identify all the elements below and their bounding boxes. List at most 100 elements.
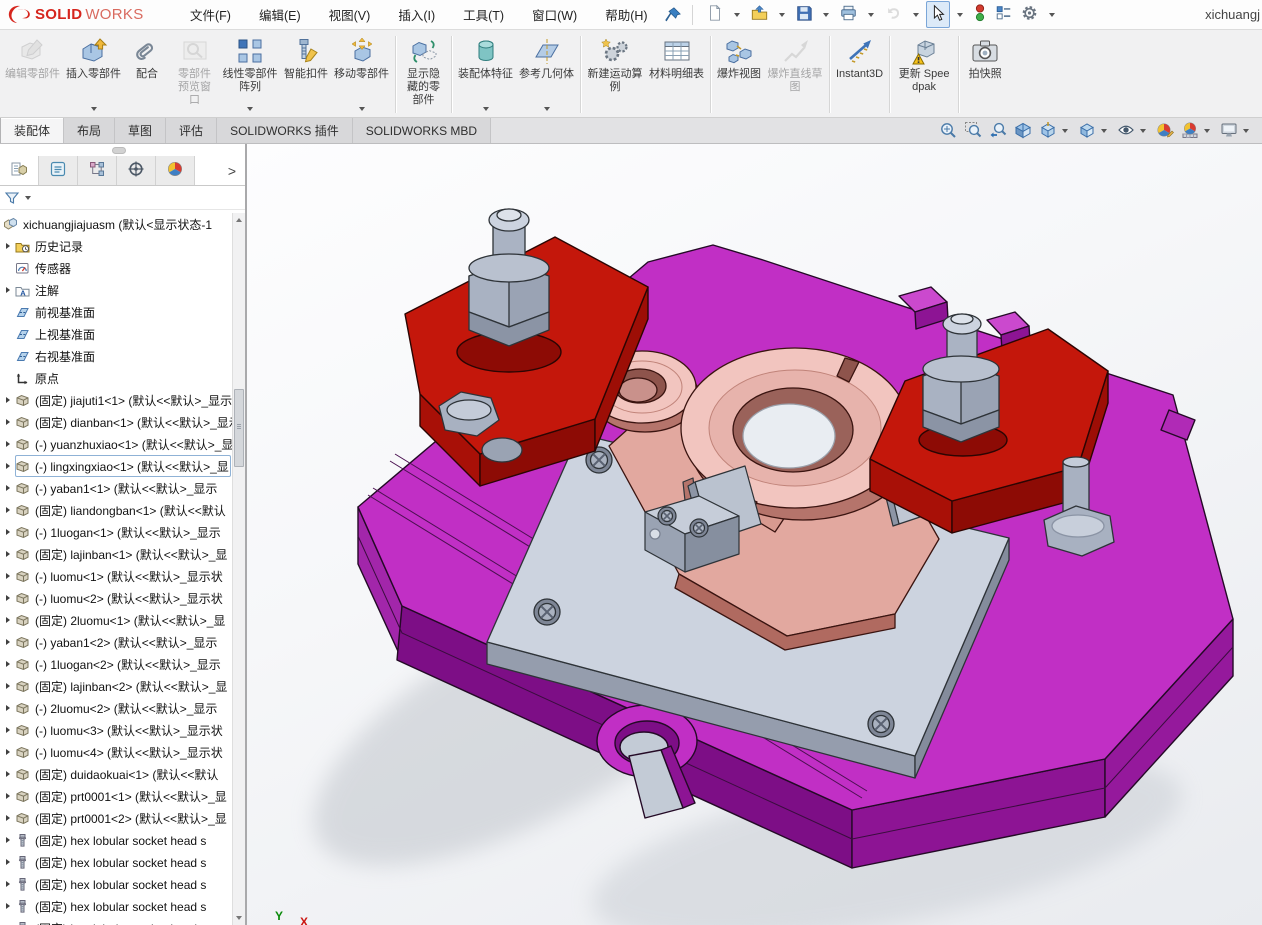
expand-arrow-icon[interactable] bbox=[0, 903, 15, 909]
ribbon-button-smart-fasteners[interactable]: 智能扣件 bbox=[281, 32, 331, 117]
tab-evaluate[interactable]: 评估 bbox=[166, 118, 218, 143]
save-dropdown[interactable] bbox=[817, 10, 835, 20]
tree-item-27-screw[interactable]: (固定) hex lobular socket head s bbox=[0, 829, 232, 851]
view-orientation-button[interactable] bbox=[1039, 121, 1071, 142]
tree-item-16-part[interactable]: (-) luomu<2> (默认<<默认>_显示状 bbox=[0, 587, 232, 609]
interference-lights-button[interactable] bbox=[970, 0, 990, 29]
ribbon-button-exploded-view[interactable]: 爆炸视图 bbox=[714, 32, 764, 117]
undo-dropdown[interactable] bbox=[907, 10, 925, 20]
expand-arrow-icon[interactable] bbox=[0, 815, 15, 821]
propertymanager-tab[interactable] bbox=[39, 156, 78, 185]
settings-gear-dropdown[interactable] bbox=[1043, 10, 1061, 20]
apply-scene-button[interactable] bbox=[1181, 121, 1213, 142]
tree-item-1-sensors[interactable]: 传感器 bbox=[0, 257, 232, 279]
tree-item-8-part[interactable]: (固定) dianban<1> (默认<<默认>_显示 bbox=[0, 411, 232, 433]
dropdown-caret-icon[interactable] bbox=[1062, 129, 1068, 133]
ribbon-button-take-snapshot[interactable]: 拍快照 bbox=[962, 32, 1008, 117]
expand-arrow-icon[interactable] bbox=[0, 397, 15, 403]
dropdown-caret-icon[interactable] bbox=[956, 12, 963, 17]
tree-item-4-plane[interactable]: 上视基准面 bbox=[0, 323, 232, 345]
open-dropdown[interactable] bbox=[773, 10, 791, 20]
menu-view[interactable]: 视图(V) bbox=[329, 5, 371, 24]
tree-item-0-history[interactable]: 历史记录 bbox=[0, 235, 232, 257]
tree-item-28-screw[interactable]: (固定) hex lobular socket head s bbox=[0, 851, 232, 873]
tree-item-21-part[interactable]: (-) 2luomu<2> (默认<<默认>_显示 bbox=[0, 697, 232, 719]
tree-item-6-origin[interactable]: 原点 bbox=[0, 367, 232, 389]
ribbon-button-new-motion-study[interactable]: 新建运动算例 bbox=[584, 32, 646, 117]
expand-arrow-icon[interactable] bbox=[0, 837, 15, 843]
tab-layout[interactable]: 布局 bbox=[64, 118, 116, 143]
tree-item-19-part[interactable]: (-) 1luogan<2> (默认<<默认>_显示 bbox=[0, 653, 232, 675]
ribbon-button-mate[interactable]: 配合 bbox=[124, 32, 170, 117]
expand-arrow-icon[interactable] bbox=[0, 595, 15, 601]
ribbon-button-update-speedpak[interactable]: 更新 Speedpak bbox=[893, 32, 955, 117]
section-view-button[interactable] bbox=[1014, 121, 1032, 142]
print-dropdown[interactable] bbox=[862, 10, 880, 20]
open-button[interactable] bbox=[747, 1, 772, 28]
view-settings-button[interactable] bbox=[1220, 121, 1252, 142]
expand-arrow-icon[interactable] bbox=[0, 639, 15, 645]
dropdown-caret-icon[interactable] bbox=[543, 107, 550, 111]
tree-item-3-plane[interactable]: 前视基准面 bbox=[0, 301, 232, 323]
ribbon-button-linear-component-pattern[interactable]: 线性零部件阵列 bbox=[219, 32, 281, 117]
dropdown-caret-icon[interactable] bbox=[247, 107, 253, 111]
ribbon-button-show-hidden-components[interactable]: 显示隐藏的零部件 bbox=[399, 32, 448, 117]
select-arrow-button[interactable] bbox=[925, 1, 950, 28]
tree-item-24-part[interactable]: (固定) duidaokuai<1> (默认<<默认 bbox=[0, 763, 232, 785]
filter-dropdown-caret-icon[interactable] bbox=[25, 195, 31, 200]
settings-gear-button[interactable] bbox=[1017, 1, 1042, 28]
scroll-down-icon[interactable] bbox=[233, 911, 245, 925]
tree-item-31-screw[interactable]: (固定) hex lobular socket head s bbox=[0, 917, 232, 925]
dropdown-caret-icon[interactable] bbox=[1140, 129, 1146, 133]
dropdown-caret-icon[interactable] bbox=[482, 107, 489, 111]
select-arrow-dropdown[interactable] bbox=[951, 10, 969, 20]
expand-arrow-icon[interactable] bbox=[0, 727, 15, 733]
edit-appearance-button[interactable] bbox=[1156, 121, 1174, 142]
tree-item-7-part[interactable]: (固定) jiajuti1<1> (默认<<默认>_显示 bbox=[0, 389, 232, 411]
expand-arrow-icon[interactable] bbox=[0, 771, 15, 777]
panel-splitter-handle[interactable] bbox=[112, 147, 126, 154]
tree-item-2-annotations[interactable]: A 注解 bbox=[0, 279, 232, 301]
tree-item-10-part[interactable]: (-) lingxingxiao<1> (默认<<默认>_显 bbox=[0, 455, 232, 477]
tree-root-assembly[interactable]: xichuangjiajuasm (默认<显示状态-1 bbox=[0, 213, 232, 235]
zoom-to-fit-button[interactable] bbox=[939, 121, 957, 142]
new-document-button[interactable] bbox=[703, 1, 727, 28]
tree-item-29-screw[interactable]: (固定) hex lobular socket head s bbox=[0, 873, 232, 895]
graphics-viewport[interactable]: Y X bbox=[247, 144, 1262, 925]
menu-file[interactable]: 文件(F) bbox=[190, 5, 231, 24]
tree-item-20-part[interactable]: (固定) lajinban<2> (默认<<默认>_显 bbox=[0, 675, 232, 697]
print-button[interactable] bbox=[836, 1, 861, 28]
featuremanager-tab[interactable] bbox=[0, 156, 39, 185]
tab-solidworks-addins[interactable]: SOLIDWORKS 插件 bbox=[217, 118, 353, 143]
save-button[interactable] bbox=[792, 1, 816, 28]
previous-view-button[interactable] bbox=[989, 121, 1007, 142]
ribbon-button-instant3d[interactable]: Instant3D bbox=[833, 32, 886, 117]
dropdown-caret-icon[interactable] bbox=[1101, 129, 1107, 133]
scrollbar-thumb[interactable] bbox=[234, 389, 244, 467]
expand-arrow-icon[interactable] bbox=[0, 463, 15, 469]
tree-item-12-part[interactable]: (固定) liandongban<1> (默认<<默认 bbox=[0, 499, 232, 521]
expand-arrow-icon[interactable] bbox=[0, 749, 15, 755]
expand-arrow-icon[interactable] bbox=[0, 661, 15, 667]
tree-filter-row[interactable] bbox=[0, 186, 245, 210]
hide-show-items-button[interactable] bbox=[1117, 121, 1149, 142]
expand-arrow-icon[interactable] bbox=[0, 573, 15, 579]
expand-arrow-icon[interactable] bbox=[0, 529, 15, 535]
dropdown-caret-icon[interactable] bbox=[822, 12, 829, 17]
pin-menu-icon[interactable] bbox=[664, 6, 682, 24]
expand-arrow-icon[interactable] bbox=[0, 683, 15, 689]
menu-tools[interactable]: 工具(T) bbox=[463, 5, 504, 24]
tree-item-25-part[interactable]: (固定) prt0001<1> (默认<<默认>_显 bbox=[0, 785, 232, 807]
display-style-button[interactable] bbox=[1078, 121, 1110, 142]
tree-item-9-part[interactable]: (-) yuanzhuxiao<1> (默认<<默认>_显 bbox=[0, 433, 232, 455]
ribbon-button-move-component[interactable]: 移动零部件 bbox=[331, 32, 392, 117]
dropdown-caret-icon[interactable] bbox=[90, 107, 97, 111]
tab-assembly[interactable]: 装配体 bbox=[0, 118, 65, 143]
expand-panel-chevron[interactable]: > bbox=[219, 156, 245, 185]
ribbon-button-bill-of-materials[interactable]: 材料明细表 bbox=[646, 32, 707, 117]
dropdown-caret-icon[interactable] bbox=[1204, 129, 1210, 133]
new-document-dropdown[interactable] bbox=[728, 10, 746, 20]
tree-item-23-part[interactable]: (-) luomu<4> (默认<<默认>_显示状 bbox=[0, 741, 232, 763]
expand-arrow-icon[interactable] bbox=[0, 419, 15, 425]
dimxpertmanager-tab[interactable] bbox=[117, 156, 156, 185]
